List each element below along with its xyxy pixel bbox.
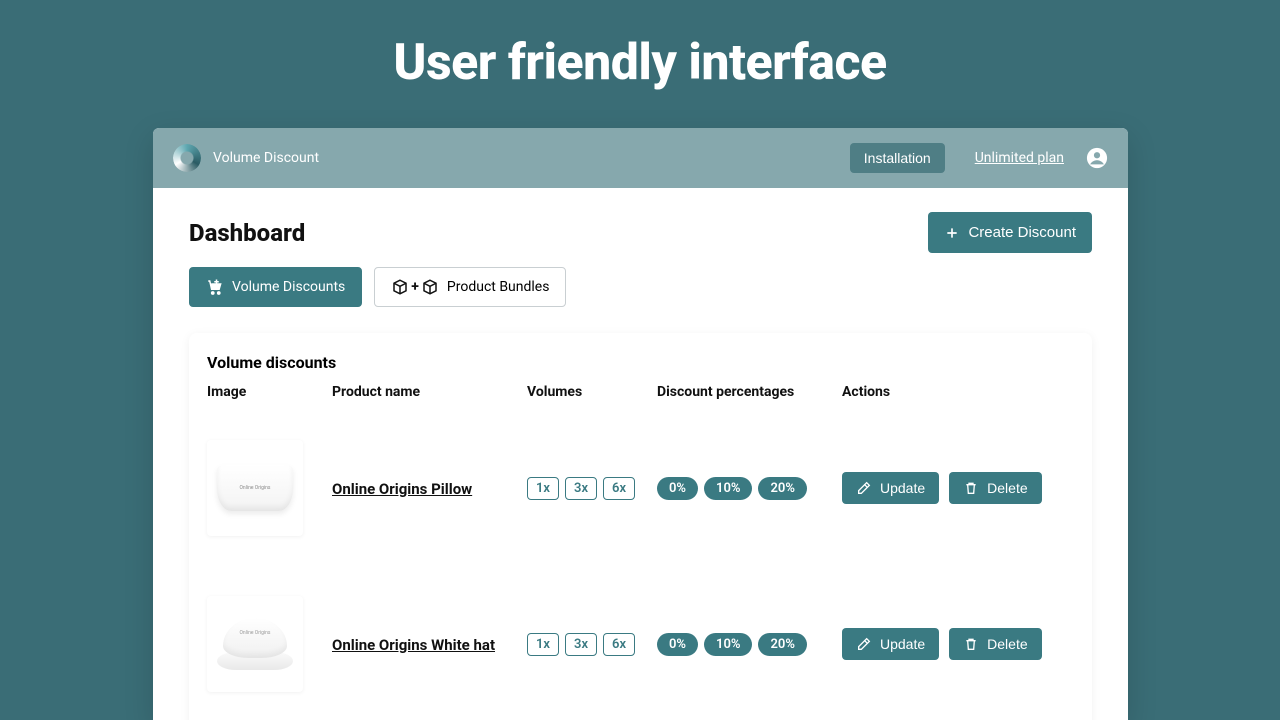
tab-volume-discounts-label: Volume Discounts [232,279,345,295]
installation-button[interactable]: Installation [850,143,945,173]
page-title: Dashboard [189,219,305,247]
delete-button[interactable]: Delete [949,628,1041,660]
percentage-chip: 20% [758,633,806,656]
cart-add-icon [206,278,224,296]
update-label: Update [880,636,925,652]
tab-volume-discounts[interactable]: Volume Discounts [189,267,362,307]
product-thumbnail: Online Origins [207,596,303,692]
box-icon [421,278,439,296]
product-thumbnail: Online Origins [207,440,303,536]
volume-chip: 3x [565,633,597,656]
percentages-cell: 0% 10% 20% [657,603,842,686]
delete-button[interactable]: Delete [949,472,1041,504]
col-discount-percentages: Discount percentages [657,384,842,410]
section-title: Volume discounts [207,353,1074,372]
volume-chip: 1x [527,477,559,500]
actions-cell: Update Delete [842,598,1074,690]
table-row: Online Origins [207,410,332,566]
update-button[interactable]: Update [842,628,939,660]
volume-chip: 6x [603,633,635,656]
pillow-icon: Online Origins [217,465,293,511]
tab-product-bundles-label: Product Bundles [447,279,550,295]
volume-chip: 1x [527,633,559,656]
col-image: Image [207,384,332,410]
update-label: Update [880,480,925,496]
percentage-chip: 0% [657,633,698,656]
account-icon[interactable] [1086,147,1108,169]
volume-chip: 6x [603,477,635,500]
plus-icon: + [411,279,419,295]
percentages-cell: 0% 10% 20% [657,447,842,530]
trash-icon [963,636,979,652]
tabs: Volume Discounts + Product Bundles [189,267,1092,307]
volume-discounts-section: Volume discounts Image Product name Volu… [189,333,1092,720]
plus-icon [944,225,960,241]
content-area: Dashboard Create Discount Volume Discoun… [153,188,1128,720]
topbar: Volume Discount Installation Unlimited p… [153,128,1128,188]
edit-icon [856,636,872,652]
app-window: Volume Discount Installation Unlimited p… [153,128,1128,720]
percentage-chip: 0% [657,477,698,500]
percentage-chip: 10% [704,477,752,500]
trash-icon [963,480,979,496]
col-actions: Actions [842,384,1074,410]
cap-icon: Online Origins [215,612,295,676]
box-icon [391,278,409,296]
update-button[interactable]: Update [842,472,939,504]
col-volumes: Volumes [527,384,657,410]
volume-chip: 3x [565,477,597,500]
actions-cell: Update Delete [842,442,1074,534]
product-name-link[interactable]: Online Origins Pillow [332,480,472,498]
app-logo-icon [173,144,201,172]
col-product-name: Product name [332,384,527,410]
create-discount-button[interactable]: Create Discount [928,212,1092,253]
hero-title: User friendly interface [0,0,1280,92]
plan-link[interactable]: Unlimited plan [975,150,1064,166]
delete-label: Delete [987,636,1027,652]
app-name: Volume Discount [213,150,319,166]
tab-product-bundles[interactable]: + Product Bundles [374,267,566,307]
delete-label: Delete [987,480,1027,496]
product-name-link[interactable]: Online Origins White hat [332,636,495,654]
volumes-cell: 1x 3x 6x [527,447,657,530]
edit-icon [856,480,872,496]
create-discount-label: Create Discount [968,224,1076,241]
table-row: Online Origins [207,566,332,720]
percentage-chip: 20% [758,477,806,500]
percentage-chip: 10% [704,633,752,656]
bundle-icon: + [391,278,439,296]
volumes-cell: 1x 3x 6x [527,603,657,686]
